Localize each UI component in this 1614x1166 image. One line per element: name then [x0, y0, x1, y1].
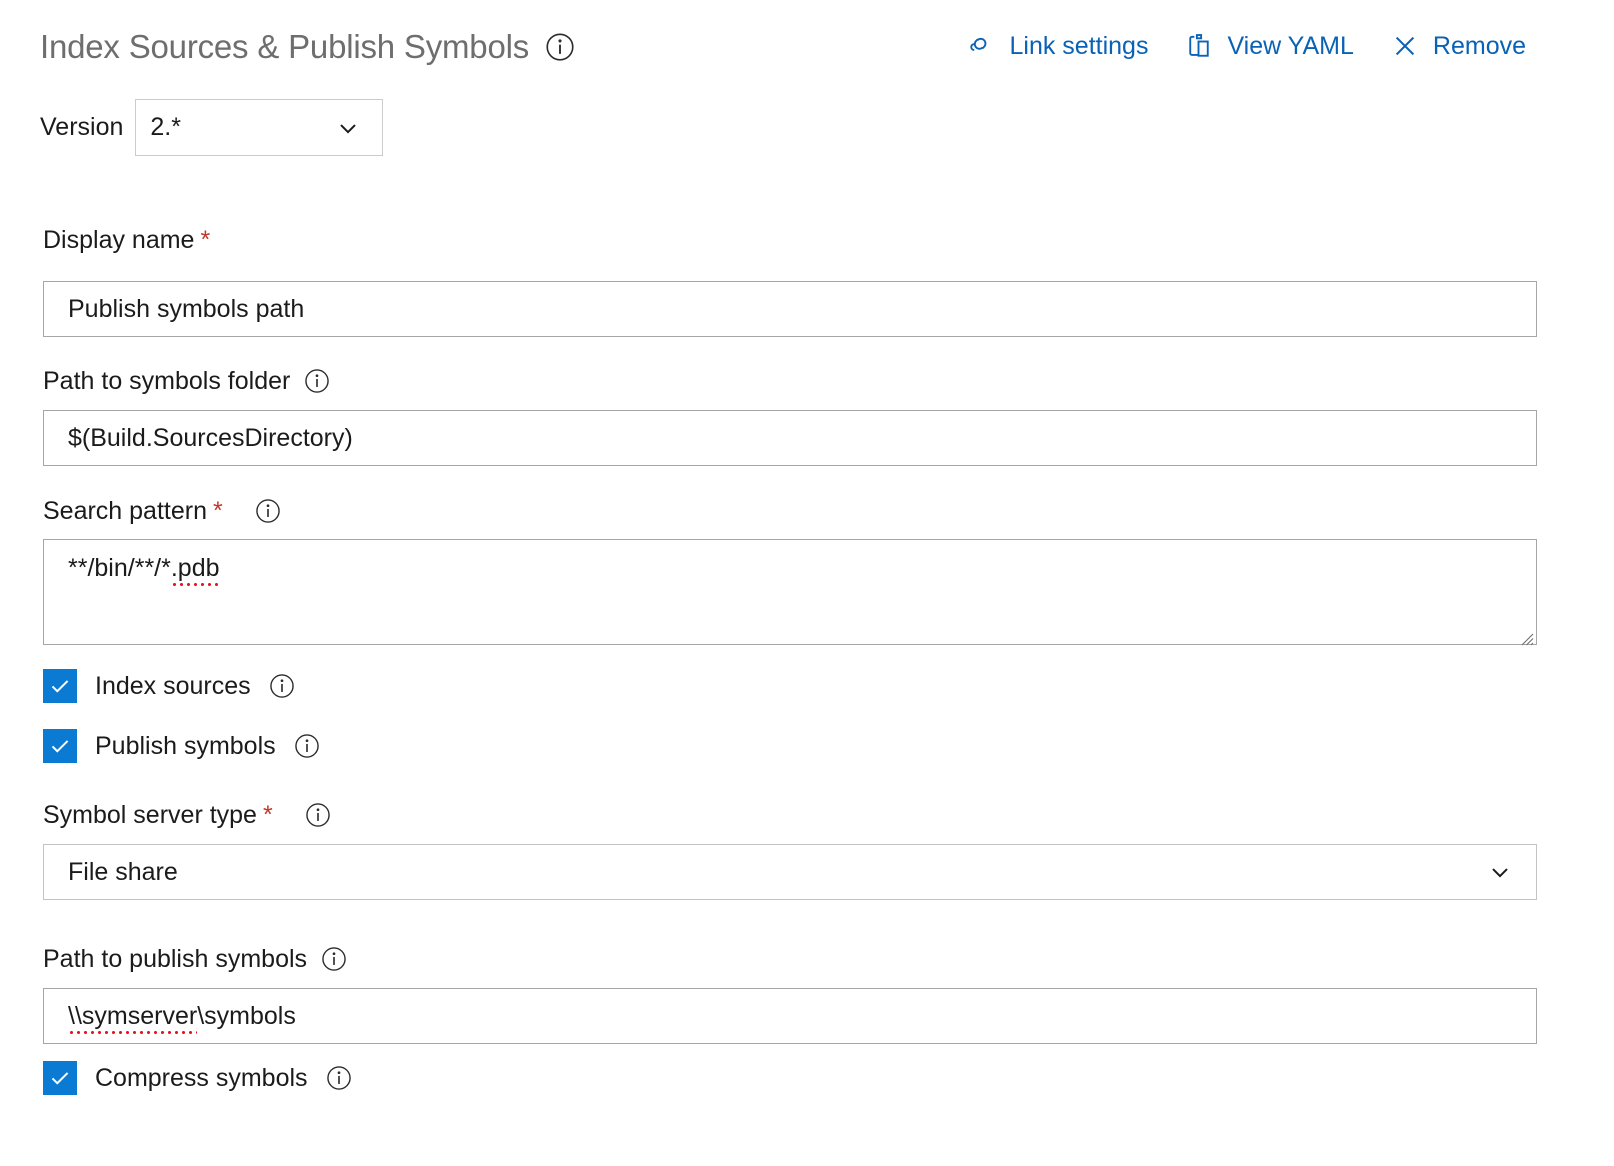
chevron-down-icon — [1486, 858, 1514, 886]
info-icon[interactable] — [321, 946, 347, 972]
chevron-down-icon — [334, 114, 362, 142]
display-name-label: Display name * — [43, 228, 210, 253]
display-name-input[interactable]: Publish symbols path — [43, 281, 1537, 337]
clipboard-icon — [1184, 31, 1214, 61]
info-icon[interactable] — [305, 802, 331, 828]
symbol-server-type-label-text: Symbol server type — [43, 803, 257, 828]
required-indicator: * — [200, 228, 210, 253]
compress-symbols-label: Compress symbols — [95, 1066, 308, 1091]
info-icon[interactable] — [269, 673, 295, 699]
path-to-publish-symbols-label-row: Path to publish symbols — [43, 946, 347, 972]
index-sources-checkrow[interactable]: Index sources — [43, 669, 295, 703]
panel-header: Index Sources & Publish Symbols — [0, 0, 1614, 92]
symbol-server-type-label: Symbol server type * — [43, 802, 331, 828]
search-pattern-label: Search pattern * — [43, 498, 281, 524]
required-indicator: * — [263, 803, 273, 828]
path-to-publish-symbols-input[interactable]: \\symserver\symbols — [43, 988, 1537, 1044]
remove-label: Remove — [1433, 34, 1526, 59]
close-x-icon — [1390, 31, 1420, 61]
panel-toolbar: Link settings View YAML — [966, 31, 1526, 61]
search-pattern-label-text: Search pattern — [43, 499, 207, 524]
display-name-label-text: Display name — [43, 228, 194, 253]
path-to-publish-symbols-value: \\symserver — [68, 1002, 197, 1030]
search-pattern-value-suffix: .pdb — [171, 554, 220, 582]
publish-symbols-checkrow[interactable]: Publish symbols — [43, 729, 320, 763]
link-icon — [966, 31, 996, 61]
link-settings-button[interactable]: Link settings — [966, 31, 1148, 61]
symbol-server-type-dropdown[interactable]: File share — [43, 844, 1537, 900]
spellcheck-underline — [68, 1031, 197, 1034]
search-pattern-textarea[interactable]: **/bin/**/*.pdb — [43, 539, 1537, 645]
path-to-symbols-folder-input-row: $(Build.SourcesDirectory) — [43, 410, 1537, 466]
task-settings-panel: Index Sources & Publish Symbols — [0, 0, 1614, 1166]
search-pattern-value-prefix: **/bin/**/* — [68, 554, 171, 582]
path-to-symbols-folder-input[interactable]: $(Build.SourcesDirectory) — [43, 410, 1537, 466]
symbol-server-type-value: File share — [68, 858, 178, 887]
view-yaml-button[interactable]: View YAML — [1184, 31, 1353, 61]
compress-symbols-checkbox[interactable] — [43, 1061, 77, 1095]
version-value: 2.* — [136, 113, 181, 142]
info-icon[interactable] — [304, 368, 330, 394]
search-pattern-value-misspelled-wrap: .pdb — [171, 554, 220, 583]
info-icon[interactable] — [326, 1065, 352, 1091]
display-name-input-row: Publish symbols path — [43, 281, 1537, 337]
view-yaml-label: View YAML — [1227, 34, 1353, 59]
display-name-value: Publish symbols path — [68, 295, 304, 324]
path-to-symbols-folder-label-row: Path to symbols folder — [43, 368, 330, 394]
info-icon[interactable] — [294, 733, 320, 759]
info-icon[interactable] — [545, 32, 575, 62]
publish-symbols-checkbox[interactable] — [43, 729, 77, 763]
version-row: Version 2.* — [40, 99, 383, 156]
display-name-label-row: Display name * — [43, 228, 210, 253]
path-to-publish-symbols-value-suffix: \symbols — [197, 1002, 296, 1031]
search-pattern-label-row: Search pattern * — [43, 498, 281, 524]
link-settings-label: Link settings — [1009, 34, 1148, 59]
index-sources-checkbox[interactable] — [43, 669, 77, 703]
index-sources-label: Index sources — [95, 674, 251, 699]
index-sources-row: Index sources — [43, 669, 295, 703]
required-indicator: * — [213, 499, 223, 524]
symbol-server-type-label-row: Symbol server type * — [43, 802, 331, 828]
compress-symbols-row: Compress symbols — [43, 1061, 352, 1095]
publish-symbols-label: Publish symbols — [95, 734, 276, 759]
version-dropdown[interactable]: 2.* — [135, 99, 383, 156]
title-group: Index Sources & Publish Symbols — [40, 30, 575, 63]
path-to-publish-symbols-input-row: \\symserver\symbols — [43, 988, 1537, 1044]
resize-grip-icon[interactable] — [1516, 624, 1534, 642]
path-to-symbols-folder-value: $(Build.SourcesDirectory) — [68, 424, 353, 453]
publish-symbols-row: Publish symbols — [43, 729, 320, 763]
compress-symbols-checkrow[interactable]: Compress symbols — [43, 1061, 352, 1095]
path-to-publish-symbols-label-text: Path to publish symbols — [43, 947, 307, 972]
spellcheck-underline — [171, 583, 220, 586]
path-to-publish-symbols-misspelled-wrap: \\symserver — [68, 1002, 197, 1031]
search-pattern-input-row: **/bin/**/*.pdb — [43, 539, 1537, 645]
remove-button[interactable]: Remove — [1390, 31, 1526, 61]
path-to-symbols-folder-label: Path to symbols folder — [43, 368, 330, 394]
page-title: Index Sources & Publish Symbols — [40, 30, 529, 63]
info-icon[interactable] — [255, 498, 281, 524]
version-label: Version — [40, 115, 123, 140]
symbol-server-type-input-row: File share — [43, 844, 1537, 900]
path-to-publish-symbols-label: Path to publish symbols — [43, 946, 347, 972]
path-to-symbols-folder-label-text: Path to symbols folder — [43, 369, 290, 394]
